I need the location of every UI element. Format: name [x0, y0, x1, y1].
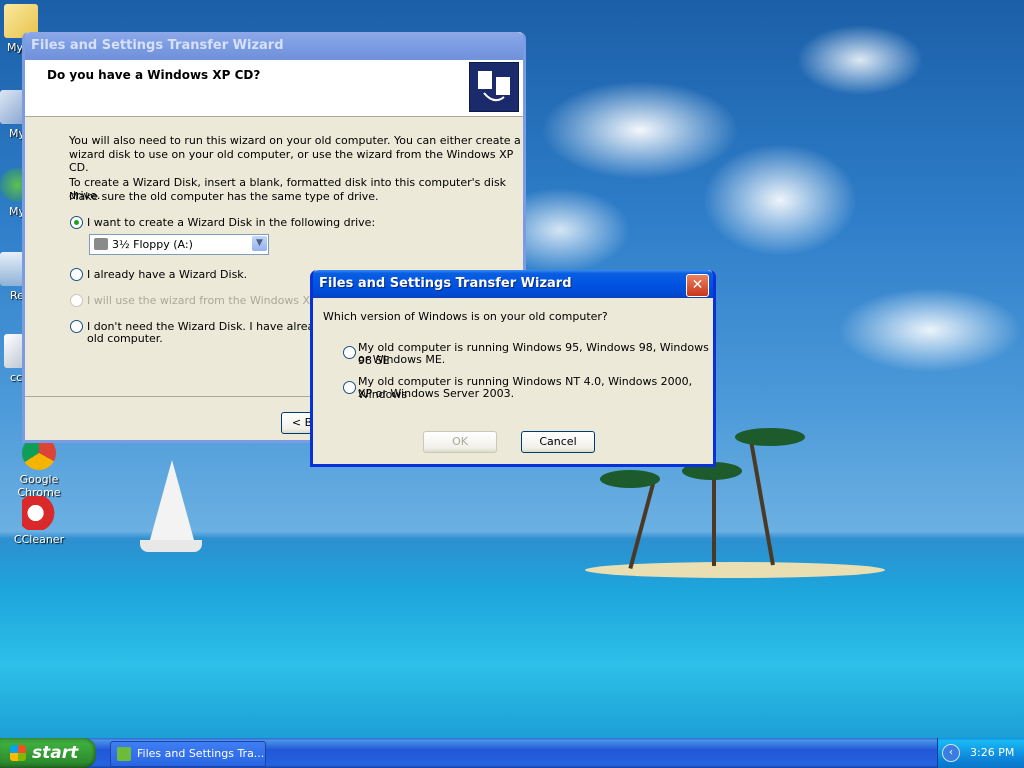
- taskbar-item-transfer-wizard[interactable]: Files and Settings Tra...: [110, 741, 266, 767]
- ok-button[interactable]: OK: [423, 431, 497, 453]
- win9x-radio[interactable]: [343, 346, 356, 359]
- taskbar: start Files and Settings Tra... ‹ 3:26 P…: [0, 738, 1024, 768]
- wizard-titlebar[interactable]: Files and Settings Transfer Wizard: [25, 32, 523, 60]
- wizard-heading: Do you have a Windows XP CD?: [47, 68, 261, 82]
- sailboat-hull: [140, 540, 202, 552]
- wizard-title: Files and Settings Transfer Wizard: [31, 38, 284, 53]
- system-tray: ‹ 3:26 PM: [937, 738, 1024, 768]
- sailboat-sail: [150, 460, 194, 540]
- desktop-icon-ccleaner[interactable]: CCleaner: [4, 496, 74, 546]
- wizard-paragraph-2b: Make sure the old computer has the same …: [69, 190, 379, 203]
- palm-trunk: [749, 440, 775, 566]
- create-wizard-disk-label[interactable]: I want to create a Wizard Disk in the fo…: [87, 216, 375, 229]
- ccleaner-icon: [22, 496, 56, 530]
- floppy-drive-icon: [94, 238, 108, 250]
- winnt-label-2: XP or Windows Server 2003.: [358, 387, 515, 400]
- win9x-label-2: or Windows ME.: [358, 353, 446, 366]
- drive-select-value: 3½ Floppy (A:): [112, 238, 193, 251]
- palm-trunk: [628, 481, 656, 569]
- create-wizard-disk-radio[interactable]: [70, 216, 83, 229]
- wizard-header: Do you have a Windows XP CD?: [25, 60, 523, 117]
- show-hidden-icons-icon[interactable]: ‹: [942, 744, 960, 762]
- wizard-paragraph-1b: wizard disk to use on your old computer,…: [69, 148, 514, 174]
- palm-fronds: [600, 470, 660, 488]
- start-button[interactable]: start: [0, 738, 96, 768]
- wizard-paragraph-1a: You will also need to run this wizard on…: [69, 134, 521, 147]
- windows-flag-icon: [10, 745, 26, 761]
- drive-select[interactable]: 3½ Floppy (A:) ▼: [89, 234, 269, 255]
- desktop-icon-label: CCleaner: [13, 533, 65, 546]
- use-xp-cd-label: I will use the wizard from the Windows X…: [87, 294, 340, 307]
- start-label: start: [32, 743, 79, 763]
- chevron-down-icon[interactable]: ▼: [252, 236, 267, 251]
- windows-version-dialog: Files and Settings Transfer Wizard ✕ Whi…: [310, 270, 716, 467]
- wizard-app-icon: [117, 747, 131, 761]
- clock[interactable]: 3:26 PM: [970, 746, 1014, 759]
- palm-fronds: [735, 428, 805, 446]
- have-wizard-disk-radio[interactable]: [70, 268, 83, 281]
- taskbar-item-label: Files and Settings Tra...: [137, 747, 265, 760]
- cancel-button[interactable]: Cancel: [521, 431, 595, 453]
- palm-trunk: [712, 470, 716, 566]
- dialog-titlebar[interactable]: Files and Settings Transfer Wizard: [313, 270, 713, 298]
- use-xp-cd-radio: [70, 294, 83, 307]
- close-icon[interactable]: ✕: [686, 274, 709, 297]
- no-wizard-disk-radio[interactable]: [70, 320, 83, 333]
- desktop-icon-google-chrome[interactable]: Google Chrome: [4, 436, 74, 499]
- dialog-title: Files and Settings Transfer Wizard: [319, 276, 572, 291]
- dialog-question: Which version of Windows is on your old …: [323, 310, 608, 323]
- wizard-logo-icon: [469, 62, 519, 112]
- winnt-radio[interactable]: [343, 381, 356, 394]
- no-wizard-disk-label-2: old computer.: [87, 332, 163, 345]
- have-wizard-disk-label[interactable]: I already have a Wizard Disk.: [87, 268, 247, 281]
